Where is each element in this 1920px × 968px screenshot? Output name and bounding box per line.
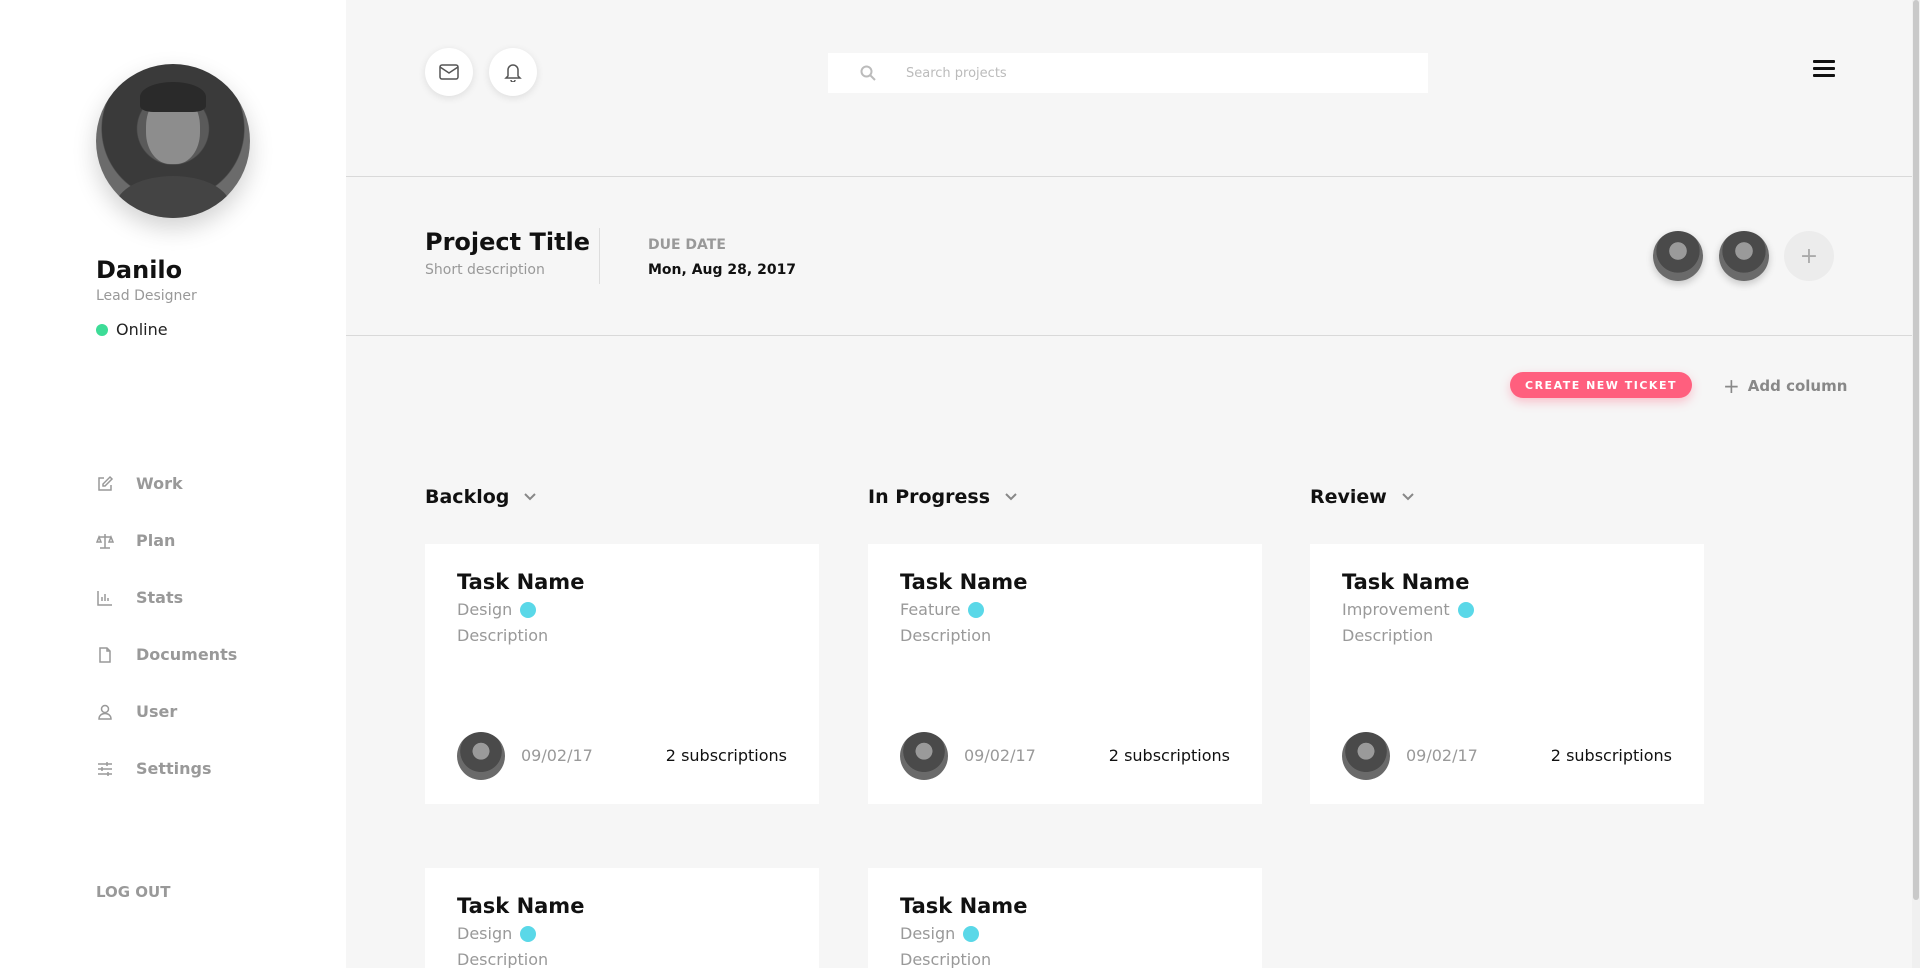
sidebar-item-label: Work [136, 474, 183, 493]
sidebar: Danilo Lead Designer Online Work Plan St… [0, 0, 346, 968]
task-tag-label: Improvement [1342, 600, 1450, 619]
task-description: Description [457, 626, 549, 645]
task-description: Description [1342, 626, 1434, 645]
task-date: 09/02/17 [1406, 746, 1478, 765]
vertical-scrollbar[interactable] [1912, 0, 1920, 968]
task-subscriptions: 2 subscriptions [665, 746, 787, 765]
sidebar-item-user[interactable]: User [96, 683, 237, 740]
search-icon [860, 65, 876, 81]
user-avatar[interactable] [96, 64, 250, 218]
task-tag: Design [457, 600, 537, 619]
task-tag: Design [900, 924, 980, 943]
tag-dot-icon [963, 925, 980, 942]
search-bar [828, 53, 1428, 93]
task-subscriptions: 2 subscriptions [1108, 746, 1230, 765]
hamburger-menu-icon[interactable] [1813, 60, 1835, 80]
bar-chart-icon [97, 590, 112, 606]
tag-dot-icon [520, 925, 537, 942]
task-tag-label: Feature [900, 600, 961, 619]
add-column-button[interactable]: + Add column [1723, 376, 1847, 396]
task-title: Task Name [457, 570, 585, 594]
divider [346, 176, 1920, 177]
task-card[interactable]: Task Name Improvement Description 09/02/… [1310, 544, 1704, 804]
task-tag: Improvement [1342, 600, 1474, 619]
column-header-in-progress[interactable]: In Progress [868, 486, 1018, 508]
sidebar-item-label: Documents [136, 645, 238, 664]
notifications-button[interactable] [489, 48, 537, 96]
create-ticket-button[interactable]: CREATE NEW TICKET [1510, 372, 1692, 398]
sidebar-nav: Work Plan Stats Documents User Settings [96, 455, 237, 797]
mail-icon [439, 64, 459, 80]
divider [346, 335, 1920, 336]
user-role: Lead Designer [96, 288, 197, 304]
balance-scale-icon [96, 533, 114, 549]
mail-button[interactable] [425, 48, 473, 96]
column-header-backlog[interactable]: Backlog [425, 486, 537, 508]
member-avatar[interactable] [1653, 231, 1703, 281]
task-title: Task Name [1342, 570, 1470, 594]
task-date: 09/02/17 [521, 746, 593, 765]
sidebar-item-work[interactable]: Work [96, 455, 237, 512]
member-avatar[interactable] [1719, 231, 1769, 281]
avatar [457, 732, 505, 780]
task-description: Description [900, 626, 992, 645]
logout-link[interactable]: LOG OUT [96, 883, 170, 901]
due-date-value: Mon, Aug 28, 2017 [648, 262, 797, 278]
task-tag-label: Design [457, 924, 513, 943]
project-description: Short description [425, 262, 545, 278]
sidebar-item-settings[interactable]: Settings [96, 740, 237, 797]
plus-icon: + [1723, 374, 1740, 398]
task-card[interactable]: Task Name Design Description [425, 868, 819, 968]
task-subscriptions: 2 subscriptions [1550, 746, 1672, 765]
task-card[interactable]: Task Name Design Description 09/02/17 2 … [425, 544, 819, 804]
sliders-icon [98, 761, 112, 776]
sidebar-item-label: Plan [136, 531, 176, 550]
avatar [900, 732, 948, 780]
sidebar-item-stats[interactable]: Stats [96, 569, 237, 626]
task-card[interactable]: Task Name Feature Description 09/02/17 2… [868, 544, 1262, 804]
task-date: 09/02/17 [964, 746, 1036, 765]
tag-dot-icon [520, 601, 537, 618]
task-card[interactable]: Task Name Design Description [868, 868, 1262, 968]
tag-dot-icon [1457, 601, 1474, 618]
task-description: Description [900, 950, 992, 968]
task-title: Task Name [900, 570, 1028, 594]
user-name: Danilo [96, 256, 183, 284]
chevron-down-icon [1005, 493, 1017, 501]
tag-dot-icon [968, 601, 985, 618]
chevron-down-icon [524, 493, 537, 501]
user-icon [98, 704, 112, 720]
task-title: Task Name [900, 894, 1028, 918]
edit-icon [98, 475, 114, 491]
column-title: Review [1310, 486, 1387, 508]
column-title: Backlog [425, 486, 510, 508]
task-description: Description [457, 950, 549, 968]
sidebar-item-label: Stats [136, 588, 184, 607]
document-icon [99, 646, 111, 663]
project-title: Project Title [425, 228, 591, 256]
due-date-label: DUE DATE [648, 237, 726, 253]
task-tag-label: Design [900, 924, 956, 943]
search-input[interactable] [906, 65, 1386, 81]
task-tag: Feature [900, 600, 985, 619]
sidebar-item-label: Settings [136, 759, 212, 778]
avatar [1342, 732, 1390, 780]
sidebar-item-label: User [136, 702, 178, 721]
add-member-button[interactable]: + [1784, 231, 1834, 281]
sidebar-item-documents[interactable]: Documents [96, 626, 237, 683]
chevron-down-icon [1402, 493, 1414, 501]
task-title: Task Name [457, 894, 585, 918]
bell-icon [504, 64, 522, 82]
user-status: Online [96, 320, 168, 339]
column-header-review[interactable]: Review [1310, 486, 1415, 508]
scrollbar-thumb[interactable] [1913, 0, 1919, 900]
divider [599, 228, 600, 284]
task-tag-label: Design [457, 600, 513, 619]
add-column-label: Add column [1747, 377, 1848, 395]
status-dot-icon [96, 323, 108, 336]
task-tag: Design [457, 924, 537, 943]
user-status-label: Online [116, 320, 168, 339]
column-title: In Progress [868, 486, 991, 508]
sidebar-item-plan[interactable]: Plan [96, 512, 237, 569]
